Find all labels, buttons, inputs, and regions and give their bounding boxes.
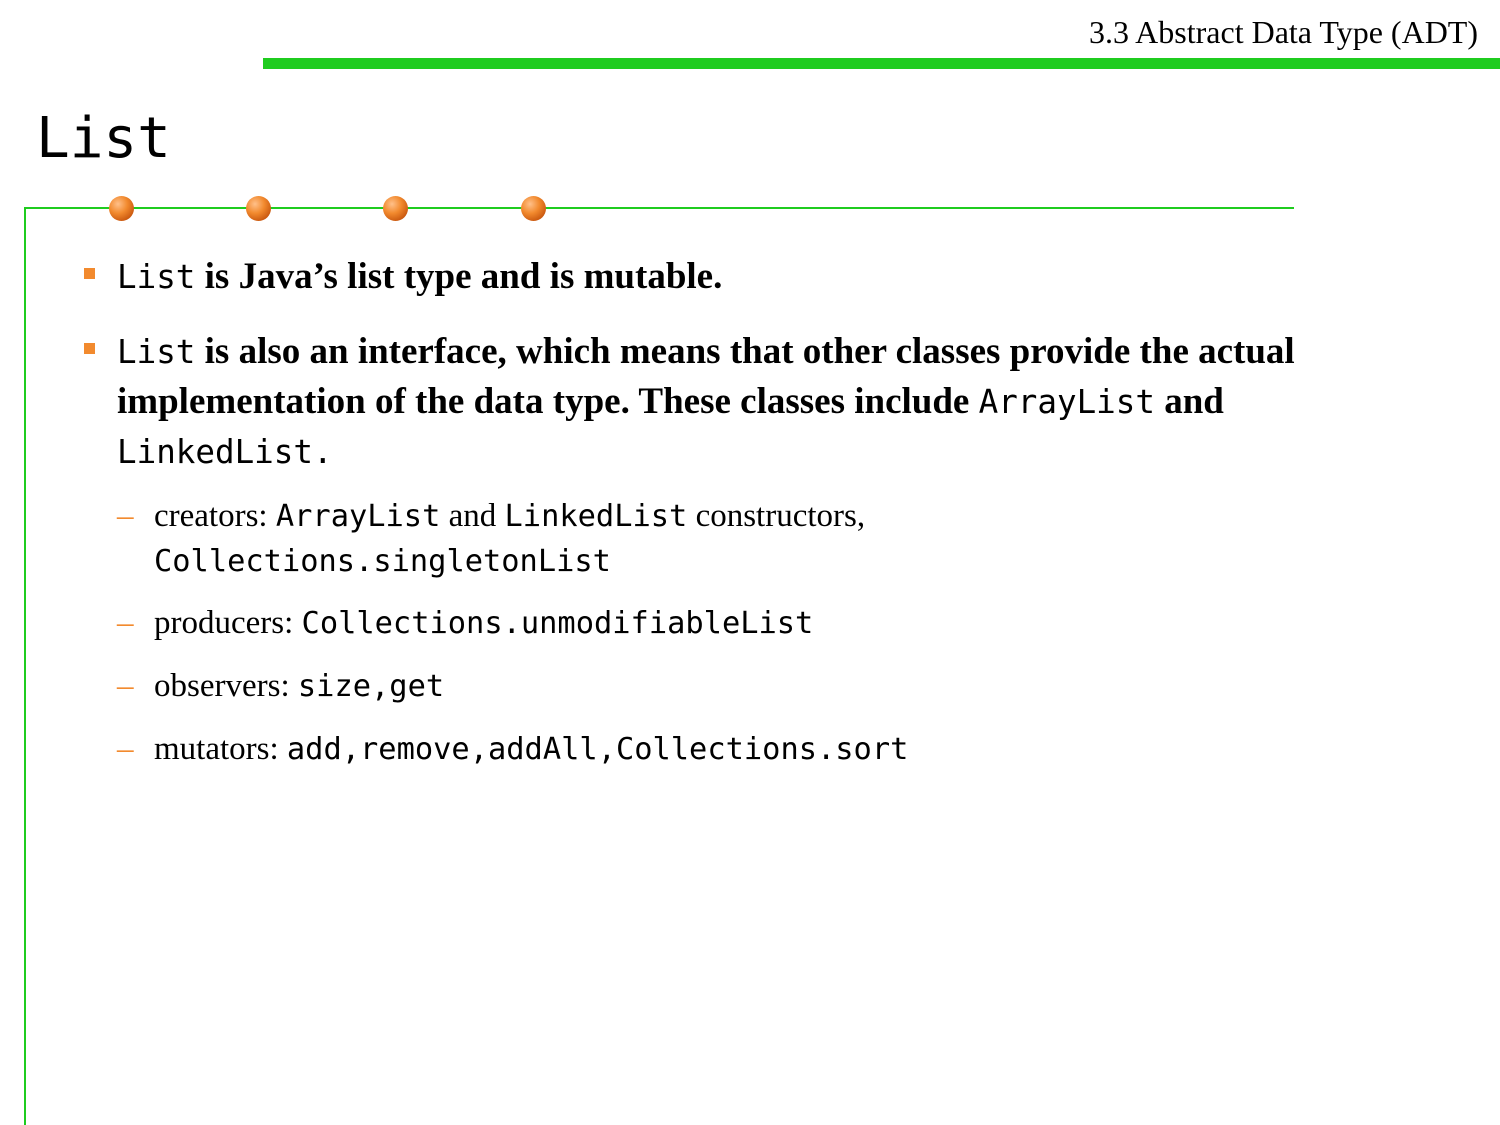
sub-item-label: observers: [154, 668, 298, 704]
left-border [24, 207, 26, 1125]
dash-bullet-icon: – [117, 668, 134, 704]
title-divider [24, 207, 1294, 209]
code-text: Collections.unmodifiableList [301, 606, 814, 641]
decor-dot-icon [109, 196, 134, 221]
dash-bullet-icon: – [117, 731, 134, 767]
bullet-text: and [1154, 381, 1224, 422]
code-text: ArrayList [275, 499, 441, 534]
decor-dot-icon [246, 196, 271, 221]
sub-item-text: and [440, 498, 505, 534]
code-text: LinkedList [504, 499, 688, 534]
square-bullet-icon [84, 268, 95, 279]
bullet-text: . [312, 433, 333, 471]
bullet-text: is Java’s list type and is mutable. [195, 256, 723, 297]
separator: , [341, 732, 361, 767]
bullet-item: List is Java’s list type and is mutable. [84, 252, 1387, 302]
square-bullet-icon [84, 343, 95, 354]
sub-item-mutators: – mutators: add,remove,addAll,Collection… [117, 727, 1354, 772]
dash-bullet-icon: – [117, 498, 134, 534]
code-text: remove [360, 732, 470, 767]
code-text: ArrayList [978, 383, 1155, 421]
sub-item-observers: – observers: size,get [117, 664, 1354, 709]
sub-item-producers: – producers: Collections.unmodifiableLis… [117, 601, 1354, 646]
slide-title: List [36, 106, 171, 171]
code-text: size [297, 669, 372, 704]
sub-item-label: creators: [154, 498, 276, 534]
separator: , [469, 732, 488, 767]
sub-item-text: constructors, [687, 498, 866, 534]
sub-item-label: mutators: [154, 731, 287, 767]
decor-dot-icon [521, 196, 546, 221]
code-text: List [117, 258, 196, 296]
sub-item-label: producers: [154, 605, 302, 641]
code-text: Collections.singletonList [154, 544, 611, 579]
sub-item-creators: – creators: ArrayList and LinkedList con… [117, 494, 1354, 584]
decor-dot-icon [383, 196, 408, 221]
code-text: List [117, 333, 196, 371]
code-text: add [286, 732, 342, 767]
code-text: Collections.sort [615, 732, 909, 767]
code-text: LinkedList [117, 433, 313, 471]
section-title: 3.3 Abstract Data Type (ADT) [1088, 14, 1478, 50]
code-text: addAll [487, 732, 598, 767]
code-text: get [389, 669, 445, 704]
separator: , [597, 732, 616, 767]
bullet-item: List is also an interface, which means t… [84, 327, 1387, 477]
dash-bullet-icon: – [117, 605, 134, 641]
header-bar [263, 58, 1500, 69]
separator: , [371, 669, 390, 704]
